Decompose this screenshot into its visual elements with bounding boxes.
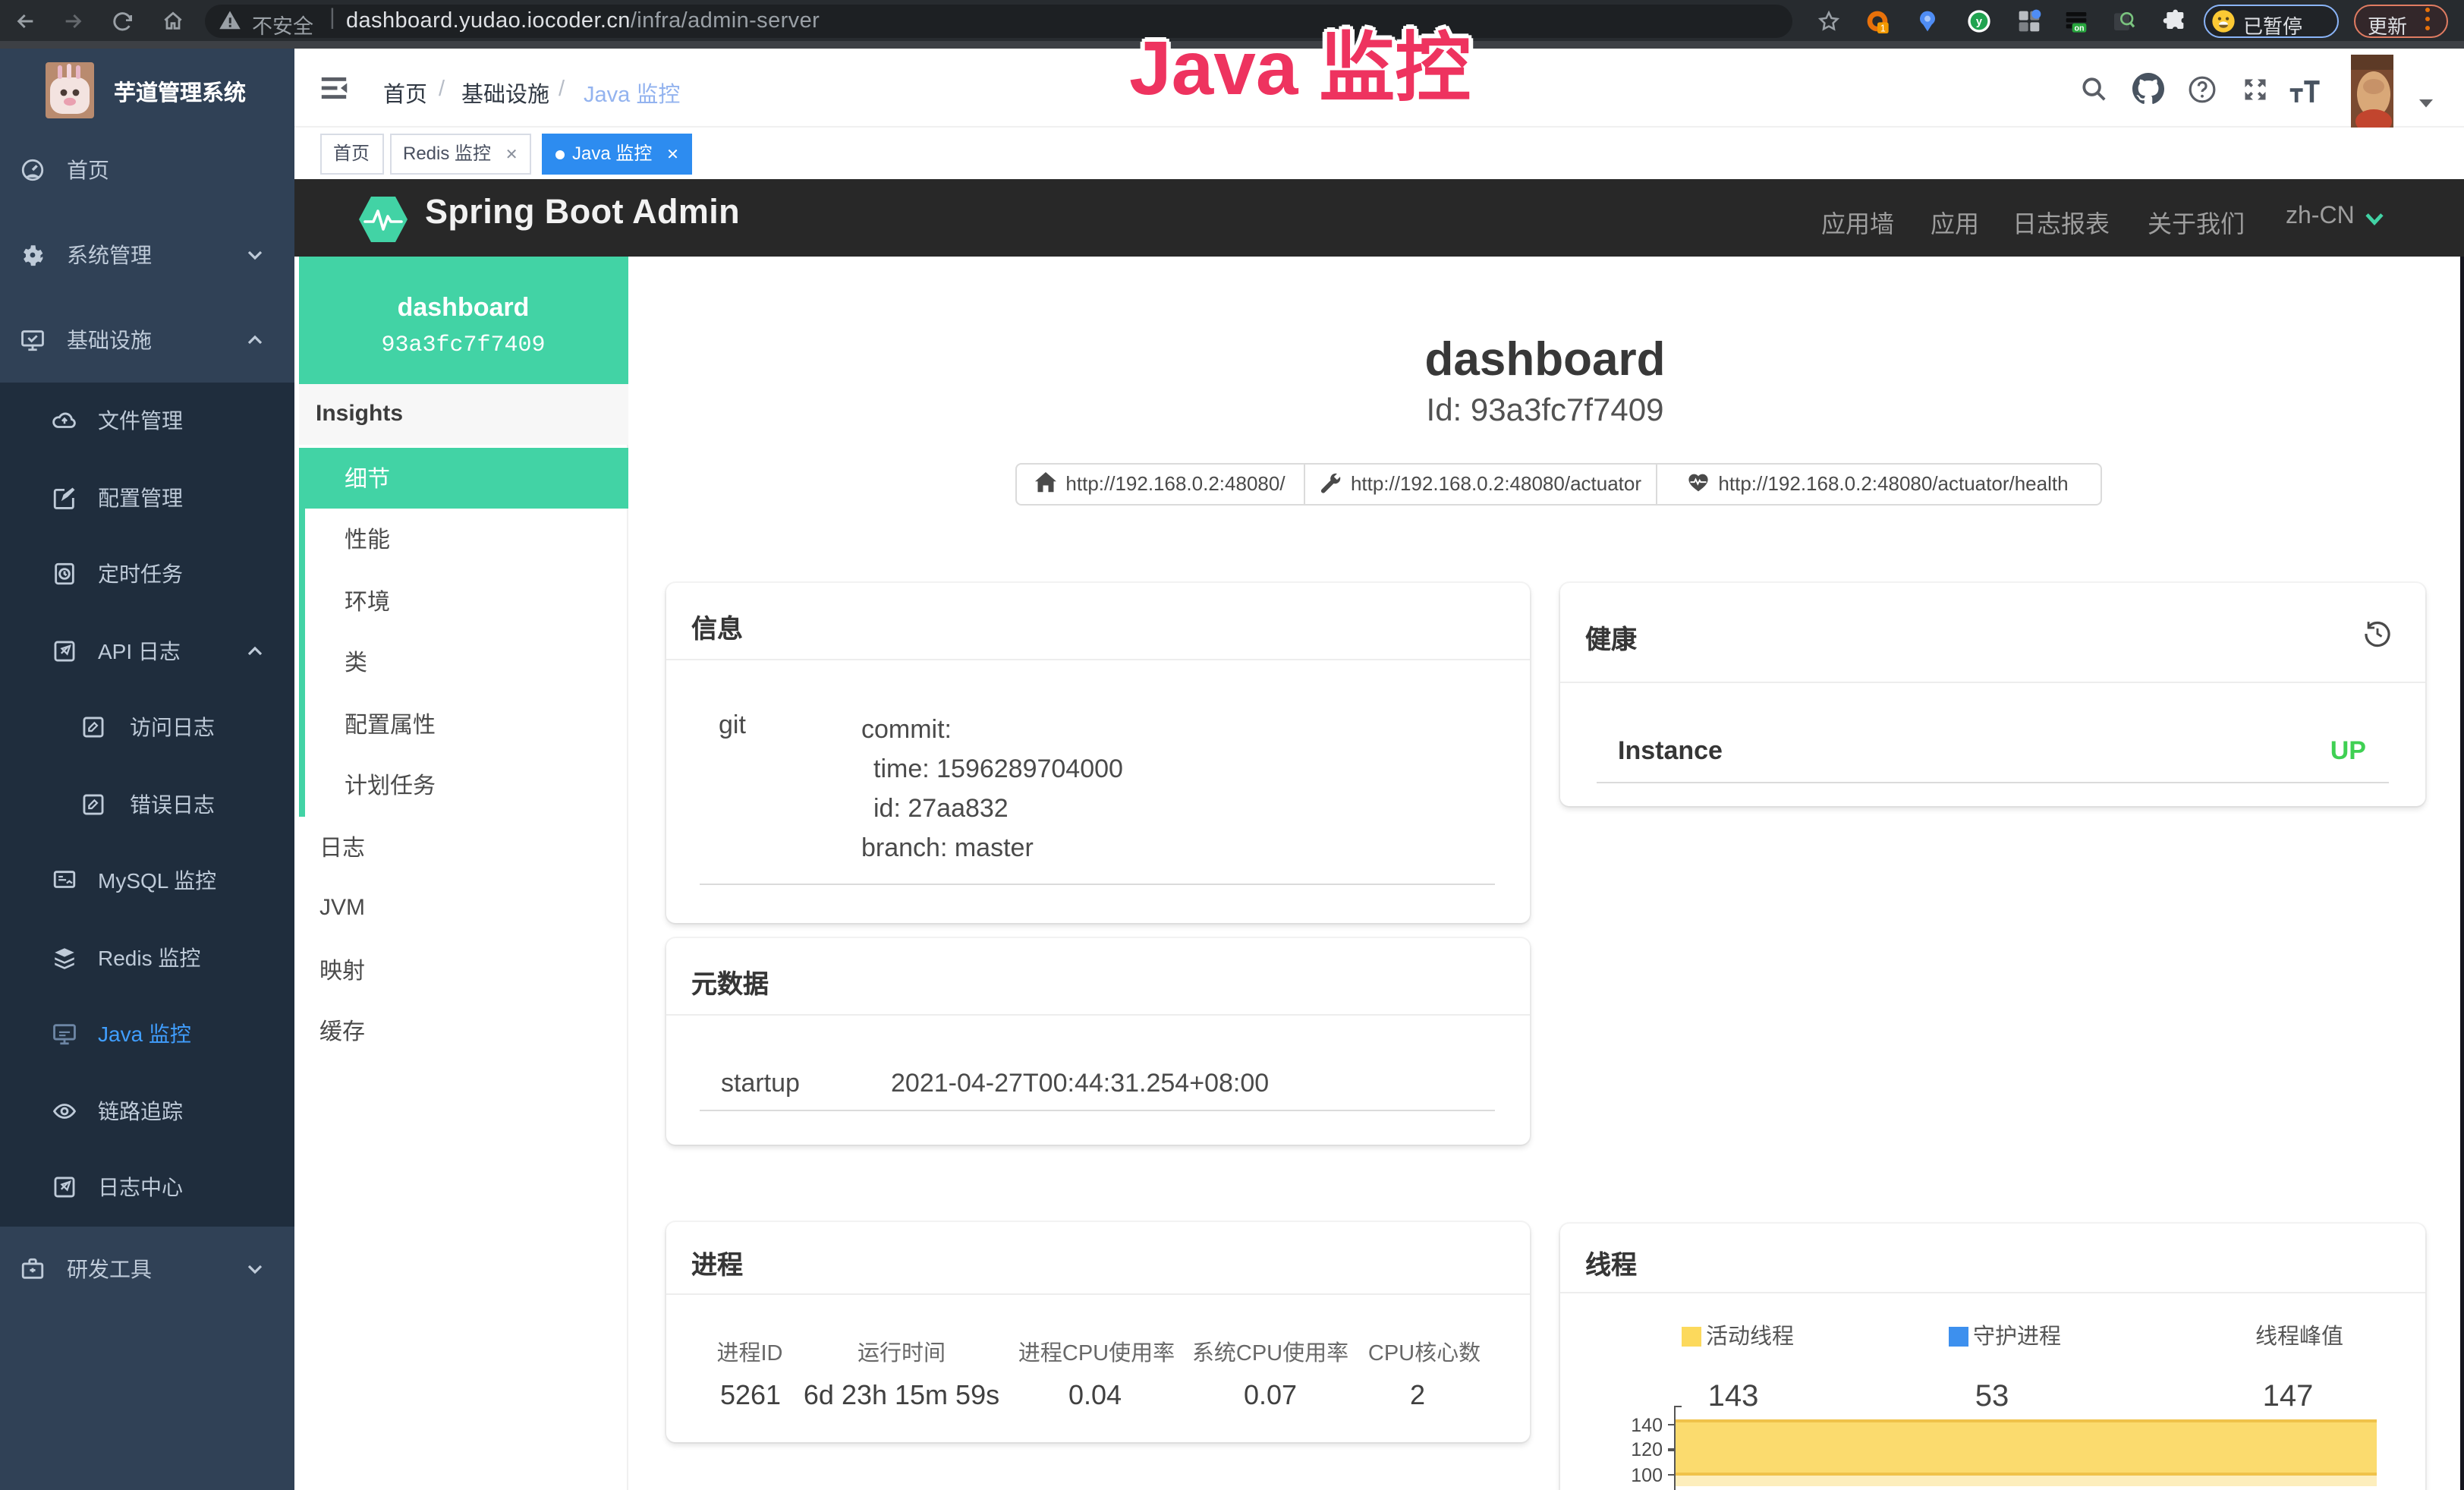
svg-text:y: y [1975, 15, 1982, 27]
svg-text:on: on [2074, 24, 2084, 33]
svg-text:1: 1 [1880, 22, 1886, 33]
